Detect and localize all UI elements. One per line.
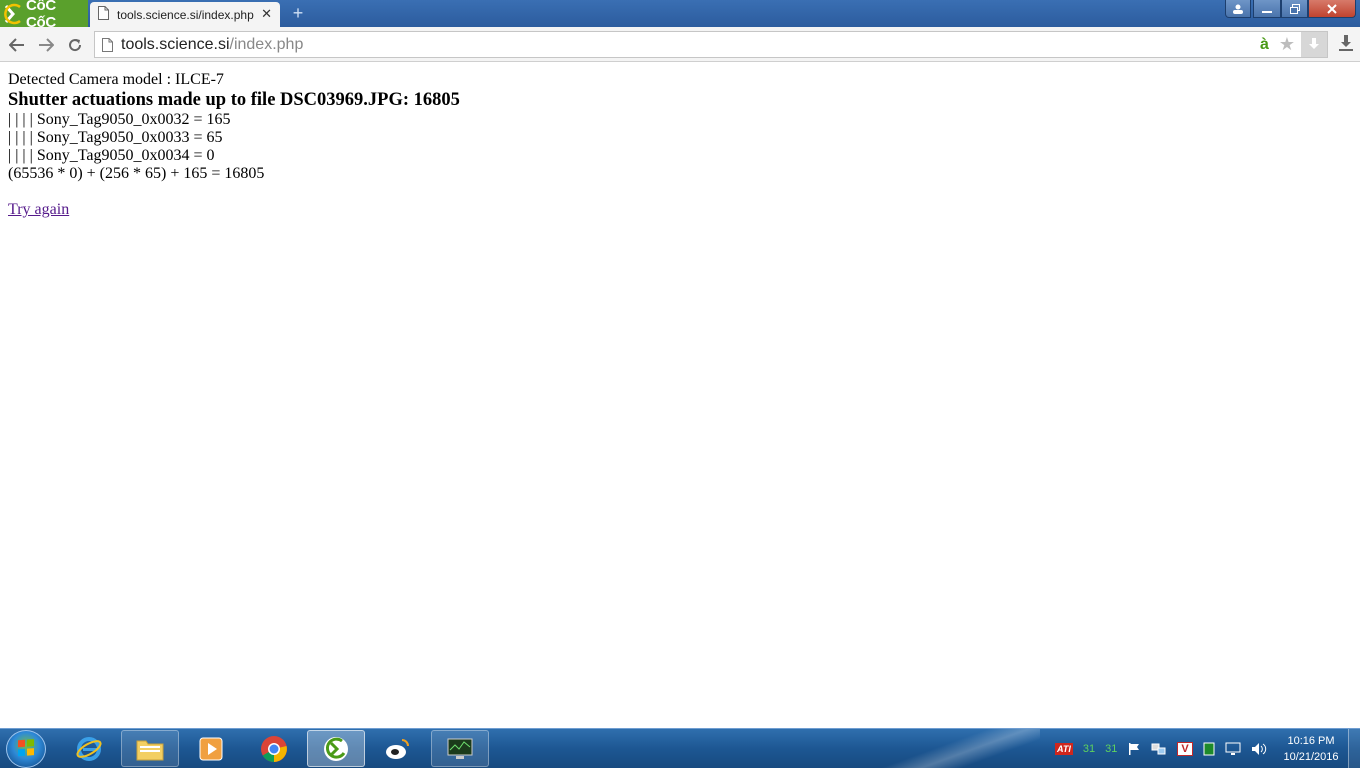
- start-button[interactable]: [6, 730, 46, 768]
- brand-name: CốC CốC: [26, 0, 56, 31]
- coccoc-menu-button[interactable]: CốC CốC: [0, 0, 88, 31]
- clock-date: 10/21/2016: [1283, 751, 1339, 763]
- user-icon: [1233, 4, 1243, 14]
- windows-logo-icon: [18, 739, 34, 757]
- volume-icon[interactable]: [1251, 742, 1267, 756]
- coccoc-icon: [324, 736, 348, 761]
- formula-text: (65536 * 0) + (256 * 65) + 165 = 16805: [8, 165, 265, 182]
- taskbar-coccoc[interactable]: [307, 730, 365, 767]
- display-icon[interactable]: [1225, 742, 1241, 756]
- url-path: /index.php: [229, 35, 304, 53]
- coccoc-dictionary-icon[interactable]: à: [1260, 36, 1269, 54]
- tag-line: | | | | Sony_Tag9050_0x0034 = 0: [8, 147, 215, 164]
- download-icon: [1339, 35, 1353, 51]
- antivirus-v-icon[interactable]: V: [1177, 742, 1193, 756]
- new-tab-button[interactable]: +: [288, 4, 308, 24]
- tag-line: | | | | Sony_Tag9050_0x0033 = 65: [8, 129, 223, 146]
- close-icon: [1327, 3, 1337, 14]
- taskbar-internet-explorer[interactable]: [60, 730, 118, 767]
- tab-title: tools.science.si/index.php: [117, 7, 254, 22]
- profile-button[interactable]: [1225, 0, 1251, 18]
- media-download-icon[interactable]: [1301, 32, 1327, 57]
- ati-icon[interactable]: ATI: [1055, 743, 1073, 755]
- shutter-count-heading: Shutter actuations made up to file DSC03…: [8, 90, 460, 110]
- taskbar-chrome[interactable]: [245, 730, 303, 767]
- downloads-button[interactable]: [1336, 34, 1356, 56]
- reload-icon: [69, 39, 82, 52]
- browser-toolbar: tools.science.si/index.php à ★: [0, 27, 1360, 62]
- taskbar-file-explorer[interactable]: [121, 730, 179, 767]
- coccoc-logo-icon: [2, 3, 24, 25]
- folder-icon: [136, 740, 164, 760]
- back-button[interactable]: [6, 34, 28, 56]
- tag-line: | | | | Sony_Tag9050_0x0032 = 165: [8, 111, 231, 128]
- minimize-button[interactable]: [1253, 0, 1281, 18]
- url-host: tools.science.si: [121, 35, 230, 53]
- green-status-icon[interactable]: [1203, 742, 1215, 756]
- action-center-flag-icon[interactable]: [1127, 742, 1141, 756]
- monitor-icon: [447, 738, 473, 759]
- system-tray: ATI 31 31 V: [1055, 729, 1277, 768]
- taskbar: ATI 31 31 V 10:16 PM 10/21/2016: [0, 728, 1360, 768]
- chrome-icon: [261, 735, 287, 762]
- close-window-button[interactable]: [1308, 0, 1356, 18]
- tab-close-icon[interactable]: ✕: [261, 7, 272, 22]
- title-bar: CốC CốC tools.science.si/index.php ✕ +: [0, 0, 1360, 31]
- camera-model-text: Detected Camera model : ILCE-7: [8, 71, 224, 88]
- try-again-link[interactable]: Try again: [8, 201, 69, 218]
- url-text[interactable]: tools.science.si/index.php: [121, 36, 303, 54]
- forward-button[interactable]: [35, 34, 57, 56]
- reload-button[interactable]: [64, 34, 86, 56]
- internet-explorer-icon: [76, 736, 102, 761]
- restore-icon: [1289, 3, 1300, 14]
- network-icon[interactable]: [1151, 742, 1167, 756]
- minimize-icon: [1262, 10, 1272, 13]
- taskbar-clock[interactable]: 10:16 PM 10/21/2016: [1278, 733, 1344, 765]
- tab-active[interactable]: tools.science.si/index.php ✕: [90, 2, 280, 27]
- address-bar[interactable]: tools.science.si/index.php à ★: [94, 31, 1328, 58]
- gpu-temp-indicator[interactable]: 31: [1105, 743, 1117, 755]
- bookmark-star-icon[interactable]: ★: [1279, 34, 1295, 55]
- taskbar-media-player[interactable]: [182, 730, 240, 767]
- forward-arrow-icon: [39, 38, 54, 52]
- taskbar-weibo[interactable]: [369, 730, 427, 767]
- page-content: Detected Camera model : ILCE-7 Shutter a…: [8, 71, 460, 219]
- taskbar-system-monitor[interactable]: [431, 730, 489, 767]
- restore-button[interactable]: [1281, 0, 1308, 18]
- weibo-icon: [386, 738, 409, 759]
- clock-time: 10:16 PM: [1287, 735, 1335, 747]
- page-icon: [102, 37, 113, 52]
- page-icon: [98, 5, 109, 24]
- show-desktop-button[interactable]: [1348, 729, 1360, 768]
- back-arrow-icon: [9, 38, 24, 52]
- media-player-icon: [199, 737, 223, 760]
- cpu-temp-indicator[interactable]: 31: [1083, 743, 1095, 755]
